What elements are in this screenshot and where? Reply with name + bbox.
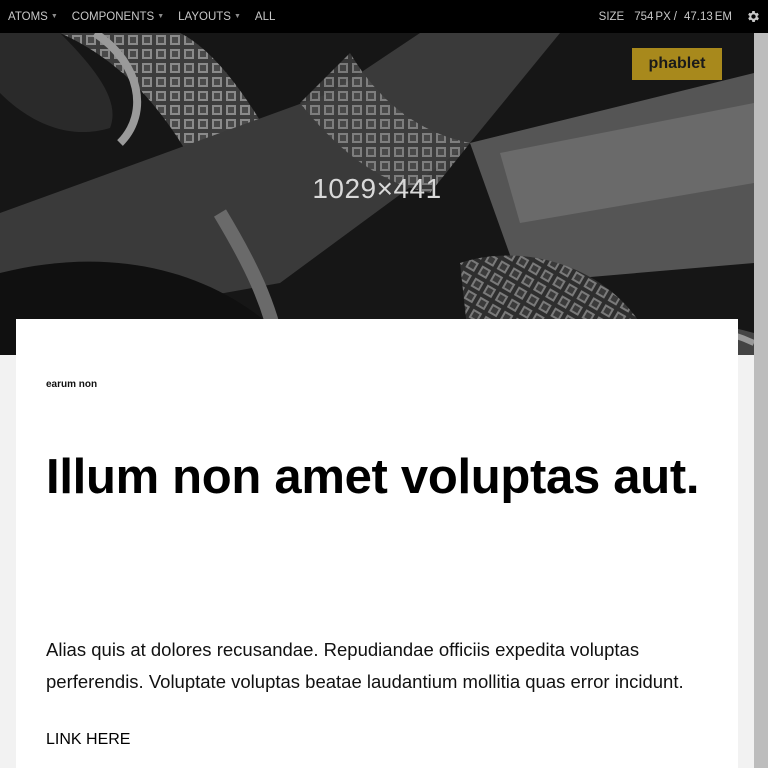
nav-all-label: ALL bbox=[254, 10, 276, 23]
nav-atoms[interactable]: ATOMS ▼ bbox=[8, 11, 58, 23]
viewport-resize-rail[interactable] bbox=[754, 33, 768, 768]
breakpoint-badge: phablet bbox=[632, 48, 722, 80]
card-eyebrow: earum non bbox=[46, 379, 98, 390]
nav-components[interactable]: COMPONENTS ▼ bbox=[72, 11, 164, 23]
nav-atoms-label: ATOMS bbox=[8, 10, 48, 23]
viewport-size-readout: SIZE 754 PX / 47.13 EM bbox=[599, 0, 732, 33]
size-separator: / bbox=[673, 10, 677, 23]
nav-all[interactable]: ALL bbox=[255, 11, 275, 23]
pattern-lab-toolbar: ATOMS ▼ COMPONENTS ▼ LAYOUTS ▼ ALL SIZE … bbox=[0, 0, 768, 33]
size-px-value: 754 bbox=[634, 10, 654, 23]
size-em-unit: EM bbox=[714, 10, 732, 23]
size-px-field[interactable]: 754 PX bbox=[634, 11, 671, 23]
size-px-unit: PX bbox=[655, 10, 671, 23]
nav-components-label: COMPONENTS bbox=[71, 10, 155, 23]
caret-down-icon: ▼ bbox=[50, 13, 58, 20]
caret-down-icon: ▼ bbox=[233, 13, 241, 20]
main-nav: ATOMS ▼ COMPONENTS ▼ LAYOUTS ▼ ALL bbox=[8, 0, 289, 33]
caret-down-icon: ▼ bbox=[157, 13, 165, 20]
pattern-preview-viewport: 1029×441 phablet earum non Illum non ame… bbox=[0, 33, 754, 768]
card-headline: Illum non amet voluptas aut. bbox=[46, 450, 700, 504]
hero-image: 1029×441 phablet bbox=[0, 33, 754, 355]
content-card: earum non Illum non amet voluptas aut. A… bbox=[16, 319, 738, 768]
card-body: Alias quis at dolores recusandae. Repudi… bbox=[46, 639, 684, 692]
size-em-value: 47.13 bbox=[683, 10, 713, 23]
card-link[interactable]: LINK HERE bbox=[46, 731, 130, 749]
image-dimensions-text: 1029×441 bbox=[312, 173, 442, 204]
size-label: SIZE bbox=[598, 10, 625, 23]
nav-layouts-label: LAYOUTS bbox=[178, 10, 231, 23]
nav-layouts[interactable]: LAYOUTS ▼ bbox=[178, 11, 241, 23]
size-em-field[interactable]: 47.13 EM bbox=[684, 11, 732, 23]
gear-icon[interactable] bbox=[746, 9, 761, 24]
